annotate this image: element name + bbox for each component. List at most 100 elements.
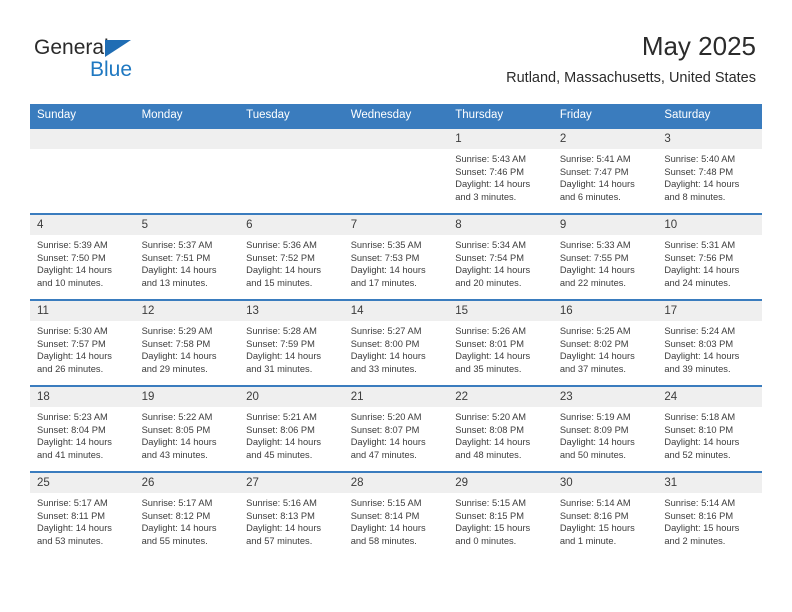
day-detail-sunset-line: Sunset: 8:11 PM bbox=[37, 510, 106, 521]
calendar-day-cell[interactable]: 1 Sunrise: 5:43 AM Sunset: 7:46 PM Daylight… bbox=[448, 127, 553, 214]
calendar-empty-cell bbox=[134, 127, 240, 214]
day-detail: Sunrise: 5:27 AM Sunset: 8:00 PM Daylight:… bbox=[344, 321, 449, 375]
calendar-day-cell[interactable]: 7 Sunrise: 5:35 AM Sunset: 7:53 PM Daylight… bbox=[343, 213, 449, 300]
calendar-day-cell[interactable]: 28 Sunrise: 5:15 AM Sunset: 8:14 PM Dayligh… bbox=[343, 471, 449, 557]
calendar-day-cell[interactable]: 2 Sunrise: 5:41 AM Sunset: 7:47 PM Daylight… bbox=[552, 127, 658, 214]
calendar-week-row: 1 Sunrise: 5:43 AM Sunset: 7:46 PM Daylight… bbox=[30, 127, 762, 214]
calendar-day-cell[interactable]: 10 Sunrise: 5:31 AM Sunset: 7:56 PM Dayligh… bbox=[657, 213, 762, 300]
day-detail-sunrise-line: Sunrise: 5:19 AM bbox=[559, 412, 631, 422]
day-detail-daylight-line: and 35 minutes. bbox=[455, 363, 522, 374]
day-detail bbox=[30, 149, 135, 153]
calendar-day-cell[interactable]: 22 Sunrise: 5:20 AM Sunset: 8:08 PM Dayligh… bbox=[448, 385, 553, 472]
calendar-day-cell[interactable]: 16 Sunrise: 5:25 AM Sunset: 8:02 PM Dayligh… bbox=[552, 299, 658, 386]
day-detail-daylight-line: Daylight: 14 hours bbox=[37, 523, 112, 534]
day-detail: Sunrise: 5:34 AM Sunset: 7:54 PM Daylight:… bbox=[448, 235, 553, 289]
day-detail: Sunrise: 5:37 AM Sunset: 7:51 PM Daylight:… bbox=[135, 235, 240, 289]
day-detail-sunrise-line: Sunrise: 5:27 AM bbox=[350, 326, 422, 336]
day-detail-sunrise-line: Sunrise: 5:15 AM bbox=[350, 498, 422, 508]
day-detail-sunset-line: Sunset: 8:00 PM bbox=[350, 338, 420, 349]
calendar-day-cell[interactable]: 17 Sunrise: 5:24 AM Sunset: 8:03 PM Dayligh… bbox=[657, 299, 762, 386]
day-detail-daylight-line: and 47 minutes. bbox=[350, 449, 417, 460]
calendar-day-cell[interactable]: 31 Sunrise: 5:14 AM Sunset: 8:16 PM Dayligh… bbox=[657, 471, 762, 557]
general-blue-logo[interactable]: General Blue bbox=[34, 36, 214, 86]
calendar-week-row: 11 Sunrise: 5:30 AM Sunset: 7:57 PM Dayligh… bbox=[30, 299, 762, 386]
day-detail-sunset-line: Sunset: 7:52 PM bbox=[246, 252, 315, 263]
day-number: 13 bbox=[239, 301, 344, 321]
page-title: May 2025 bbox=[641, 31, 756, 61]
day-detail: Sunrise: 5:33 AM Sunset: 7:55 PM Daylight:… bbox=[553, 235, 658, 289]
calendar-day-cell[interactable]: 27 Sunrise: 5:16 AM Sunset: 8:13 PM Dayligh… bbox=[239, 471, 344, 557]
day-detail: Sunrise: 5:36 AM Sunset: 7:52 PM Daylight:… bbox=[239, 235, 344, 289]
calendar-day-cell[interactable]: 3 Sunrise: 5:40 AM Sunset: 7:48 PM Daylight… bbox=[657, 127, 762, 214]
day-detail-daylight-line: Daylight: 14 hours bbox=[350, 351, 426, 362]
calendar-day-cell[interactable]: 30 Sunrise: 5:14 AM Sunset: 8:16 PM Dayligh… bbox=[552, 471, 658, 557]
calendar-day-cell[interactable]: 13 Sunrise: 5:28 AM Sunset: 7:59 PM Dayligh… bbox=[239, 299, 344, 386]
day-detail-sunrise-line: Sunrise: 5:17 AM bbox=[37, 498, 108, 508]
day-detail-daylight-line: Daylight: 14 hours bbox=[559, 265, 635, 276]
day-detail-sunrise-line: Sunrise: 5:37 AM bbox=[141, 240, 213, 250]
day-number bbox=[239, 129, 344, 149]
day-detail: Sunrise: 5:15 AM Sunset: 8:14 PM Daylight:… bbox=[344, 493, 449, 547]
day-detail-sunrise-line: Sunrise: 5:30 AM bbox=[37, 326, 108, 336]
day-detail-daylight-line: and 1 minute. bbox=[559, 535, 617, 546]
calendar-day-cell[interactable]: 24 Sunrise: 5:18 AM Sunset: 8:10 PM Dayligh… bbox=[657, 385, 762, 472]
weekday-header-thursday: Thursday bbox=[448, 104, 553, 128]
calendar-empty-cell bbox=[343, 127, 449, 214]
day-detail-daylight-line: and 45 minutes. bbox=[246, 449, 313, 460]
calendar-day-cell[interactable]: 26 Sunrise: 5:17 AM Sunset: 8:12 PM Dayligh… bbox=[134, 471, 240, 557]
calendar-day-cell[interactable]: 21 Sunrise: 5:20 AM Sunset: 8:07 PM Dayligh… bbox=[343, 385, 449, 472]
logo-text-blue: Blue bbox=[90, 58, 133, 81]
day-detail-daylight-line: and 22 minutes. bbox=[559, 277, 626, 288]
page-subtitle: Rutland, Massachusetts, United States bbox=[506, 70, 756, 86]
calendar-day-cell[interactable]: 5 Sunrise: 5:37 AM Sunset: 7:51 PM Daylight… bbox=[134, 213, 240, 300]
day-detail-sunset-line: Sunset: 8:12 PM bbox=[141, 510, 211, 521]
day-detail-sunset-line: Sunset: 7:58 PM bbox=[141, 338, 211, 349]
day-number: 16 bbox=[552, 301, 658, 321]
calendar-day-cell[interactable]: 19 Sunrise: 5:22 AM Sunset: 8:05 PM Dayligh… bbox=[134, 385, 240, 472]
calendar-day-cell[interactable]: 6 Sunrise: 5:36 AM Sunset: 7:52 PM Daylight… bbox=[239, 213, 344, 300]
day-detail: Sunrise: 5:17 AM Sunset: 8:12 PM Daylight:… bbox=[135, 493, 240, 547]
day-detail-sunset-line: Sunset: 8:15 PM bbox=[455, 510, 524, 521]
day-detail: Sunrise: 5:39 AM Sunset: 7:50 PM Daylight:… bbox=[30, 235, 135, 289]
calendar-day-cell[interactable]: 14 Sunrise: 5:27 AM Sunset: 8:00 PM Dayligh… bbox=[343, 299, 449, 386]
calendar-day-cell[interactable]: 23 Sunrise: 5:19 AM Sunset: 8:09 PM Dayligh… bbox=[552, 385, 658, 472]
day-detail bbox=[239, 149, 344, 153]
day-detail-sunrise-line: Sunrise: 5:29 AM bbox=[141, 326, 213, 336]
day-detail-sunrise-line: Sunrise: 5:33 AM bbox=[559, 240, 631, 250]
day-detail-sunrise-line: Sunrise: 5:21 AM bbox=[246, 412, 317, 422]
day-detail: Sunrise: 5:22 AM Sunset: 8:05 PM Daylight:… bbox=[135, 407, 240, 461]
day-detail-daylight-line: Daylight: 14 hours bbox=[246, 265, 322, 276]
calendar-day-cell[interactable]: 20 Sunrise: 5:21 AM Sunset: 8:06 PM Dayligh… bbox=[239, 385, 344, 472]
day-detail: Sunrise: 5:14 AM Sunset: 8:16 PM Daylight:… bbox=[657, 493, 762, 547]
day-detail-daylight-line: Daylight: 14 hours bbox=[455, 351, 531, 362]
calendar-day-cell[interactable]: 18 Sunrise: 5:23 AM Sunset: 8:04 PM Dayligh… bbox=[30, 385, 135, 472]
day-detail-daylight-line: and 52 minutes. bbox=[664, 449, 731, 460]
day-number: 12 bbox=[134, 301, 240, 321]
day-detail-sunset-line: Sunset: 8:08 PM bbox=[455, 424, 524, 435]
calendar-day-cell[interactable]: 15 Sunrise: 5:26 AM Sunset: 8:01 PM Dayligh… bbox=[448, 299, 553, 386]
day-number: 18 bbox=[30, 387, 135, 407]
calendar-day-cell[interactable]: 29 Sunrise: 5:15 AM Sunset: 8:15 PM Dayligh… bbox=[448, 471, 553, 557]
weekday-header-tuesday: Tuesday bbox=[239, 104, 344, 128]
calendar-day-cell[interactable]: 12 Sunrise: 5:29 AM Sunset: 7:58 PM Dayligh… bbox=[134, 299, 240, 386]
day-number: 10 bbox=[657, 215, 762, 235]
calendar-day-cell[interactable]: 9 Sunrise: 5:33 AM Sunset: 7:55 PM Daylight… bbox=[552, 213, 658, 300]
day-detail: Sunrise: 5:26 AM Sunset: 8:01 PM Daylight:… bbox=[448, 321, 553, 375]
day-number: 29 bbox=[448, 473, 553, 493]
day-detail-daylight-line: and 8 minutes. bbox=[664, 191, 726, 202]
day-detail-daylight-line: Daylight: 14 hours bbox=[664, 179, 740, 190]
day-number: 1 bbox=[448, 129, 553, 149]
day-detail-daylight-line: Daylight: 14 hours bbox=[141, 351, 217, 362]
day-detail-sunset-line: Sunset: 7:51 PM bbox=[141, 252, 211, 263]
calendar-day-cell[interactable]: 11 Sunrise: 5:30 AM Sunset: 7:57 PM Dayligh… bbox=[30, 299, 135, 386]
day-detail-sunset-line: Sunset: 8:04 PM bbox=[37, 424, 106, 435]
calendar-day-cell[interactable]: 4 Sunrise: 5:39 AM Sunset: 7:50 PM Daylight… bbox=[30, 213, 135, 300]
calendar-day-cell[interactable]: 25 Sunrise: 5:17 AM Sunset: 8:11 PM Dayligh… bbox=[30, 471, 135, 557]
day-number: 14 bbox=[343, 301, 449, 321]
day-detail-daylight-line: and 2 minutes. bbox=[664, 535, 726, 546]
day-detail-sunrise-line: Sunrise: 5:34 AM bbox=[455, 240, 527, 250]
day-number: 25 bbox=[30, 473, 135, 493]
calendar-day-cell[interactable]: 8 Sunrise: 5:34 AM Sunset: 7:54 PM Daylight… bbox=[448, 213, 553, 300]
day-number: 15 bbox=[448, 301, 553, 321]
day-detail-sunset-line: Sunset: 7:53 PM bbox=[350, 252, 420, 263]
